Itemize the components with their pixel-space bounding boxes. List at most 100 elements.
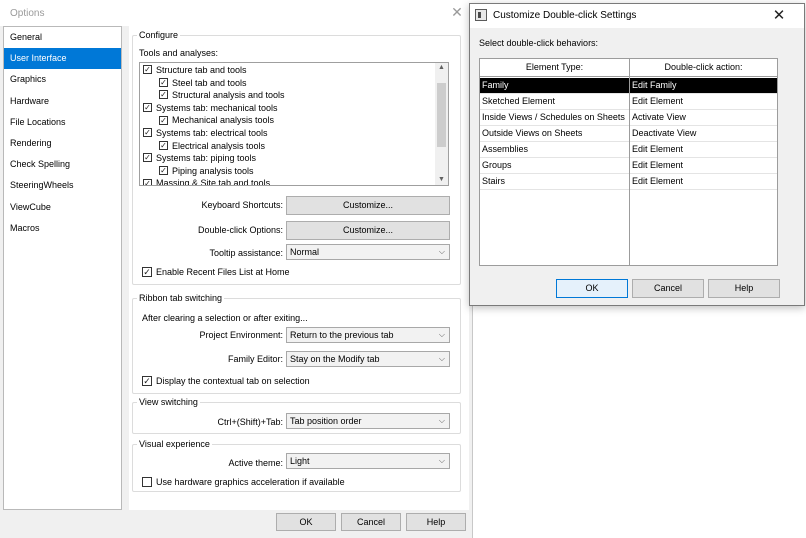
options-window: Options ✕ General User Interface Graphics H…	[0, 0, 473, 538]
element-type-cell: Inside Views / Schedules on Sheets	[482, 112, 625, 122]
doubleclick-action-cell[interactable]: Edit Element	[632, 158, 683, 173]
customize-doubleclick-dialog: Customize Double-click Settings ✕ Select…	[469, 3, 805, 306]
doubleclick-customize-button[interactable]: Customize...	[286, 221, 450, 240]
tree-item[interactable]: ✓ Steel tab and tools	[159, 77, 247, 89]
element-type-cell: Family	[482, 80, 509, 90]
tree-item-label: Systems tab: mechanical tools	[156, 102, 278, 113]
tree-item[interactable]: ✓ Systems tab: piping tools	[143, 152, 256, 164]
dialog-instruction: Select double-click behaviors:	[479, 38, 599, 48]
family-editor-value: Stay on the Modify tab	[290, 354, 380, 364]
sidebar-item-check-spelling[interactable]: Check Spelling	[4, 154, 121, 175]
recent-files-checkbox[interactable]: ✓	[142, 267, 152, 277]
keyboard-customize-button[interactable]: Customize...	[286, 196, 450, 215]
checkbox-icon[interactable]: ✓	[143, 153, 152, 163]
tooltip-assistance-select[interactable]: Normal ⌵	[286, 244, 450, 260]
dialog-help-button[interactable]: Help	[708, 279, 780, 298]
checkbox-icon[interactable]: ✓	[159, 140, 168, 150]
tree-item[interactable]: ✓ Systems tab: electrical tools	[143, 127, 268, 139]
scroll-thumb[interactable]	[437, 83, 446, 147]
tree-item-label: Structure tab and tools	[156, 65, 247, 75]
keyboard-shortcuts-label: Keyboard Shortcuts:	[201, 200, 283, 210]
checkbox-icon[interactable]: ✓	[143, 178, 152, 185]
tree-item-label: Systems tab: electrical tools	[156, 128, 268, 138]
dialog-titlebar: Customize Double-click Settings ✕	[470, 4, 804, 28]
options-help-button[interactable]: Help	[406, 513, 466, 531]
options-cancel-button[interactable]: Cancel	[341, 513, 401, 531]
app-icon	[475, 9, 487, 21]
visual-experience-legend: Visual experience	[139, 439, 210, 449]
sidebar-item-graphics[interactable]: Graphics	[4, 69, 121, 90]
sidebar-item-viewcube[interactable]: ViewCube	[4, 197, 121, 218]
scroll-up-icon[interactable]: ▲	[435, 63, 448, 73]
active-theme-select[interactable]: Light ⌵	[286, 453, 450, 469]
chevron-down-icon: ⌵	[438, 330, 445, 339]
checkbox-icon[interactable]: ✓	[143, 65, 152, 75]
doubleclick-action-cell[interactable]: Edit Element	[632, 94, 683, 109]
options-titlebar: Options ✕	[0, 0, 473, 26]
tree-item[interactable]: ✓ Massing & Site tab and tools	[143, 177, 271, 186]
element-type-cell: Stairs	[482, 176, 506, 186]
tree-item-label: Structural analysis and tools	[172, 90, 285, 101]
ribbon-legend: Ribbon tab switching	[139, 293, 223, 303]
project-environment-label: Project Environment:	[199, 330, 283, 340]
close-icon[interactable]: ✕	[770, 7, 788, 25]
sidebar-item-file-locations[interactable]: File Locations	[4, 112, 121, 133]
sidebar-item-steeringwheels[interactable]: SteeringWheels	[4, 175, 121, 196]
tree-item-label: Mechanical analysis tools	[172, 115, 275, 126]
sidebar-item-user-interface[interactable]: User Interface	[4, 48, 121, 70]
tools-tree[interactable]: ▲ ▼ ✓ Structure tab and tools ✓ Steel tab a…	[139, 62, 449, 186]
tree-item[interactable]: ✓ Mechanical analysis tools	[159, 114, 274, 126]
chevron-down-icon: ⌵	[438, 456, 445, 465]
tree-item[interactable]: ✓ Structural analysis and tools	[159, 89, 285, 101]
ctrl-shift-tab-select[interactable]: Tab position order ⌵	[286, 413, 450, 429]
checkbox-icon[interactable]: ✓	[143, 102, 152, 112]
tooltip-assistance-label: Tooltip assistance:	[209, 248, 283, 258]
dialog-cancel-button[interactable]: Cancel	[632, 279, 704, 298]
options-ok-button[interactable]: OK	[276, 513, 336, 531]
dialog-ok-button[interactable]: OK	[556, 279, 628, 298]
sidebar-item-hardware[interactable]: Hardware	[4, 91, 121, 112]
grid-column-divider	[629, 59, 630, 265]
checkbox-icon[interactable]: ✓	[143, 128, 152, 138]
ctrl-shift-tab-label: Ctrl+(Shift)+Tab:	[217, 417, 283, 427]
tree-item[interactable]: ✓ Piping analysis tools	[159, 165, 254, 177]
active-theme-value: Light	[290, 456, 310, 466]
checkbox-icon[interactable]: ✓	[159, 115, 168, 125]
family-editor-select[interactable]: Stay on the Modify tab ⌵	[286, 351, 450, 367]
checkbox-icon[interactable]: ✓	[159, 165, 168, 175]
sidebar-item-macros[interactable]: Macros	[4, 218, 121, 239]
tree-item-label: Electrical analysis tools	[172, 140, 266, 151]
contextual-tab-checkbox[interactable]: ✓	[142, 376, 152, 386]
family-editor-label: Family Editor:	[227, 354, 283, 364]
project-environment-select[interactable]: Return to the previous tab ⌵	[286, 327, 450, 343]
tooltip-assistance-value: Normal	[290, 247, 320, 257]
column-header-element-type[interactable]: Element Type:	[480, 59, 629, 77]
element-type-cell: Outside Views on Sheets	[482, 128, 583, 138]
hardware-acceleration-checkbox[interactable]	[142, 477, 152, 487]
tools-analyses-label: Tools and analyses:	[139, 48, 219, 58]
doubleclick-action-cell[interactable]: Edit Family	[632, 78, 677, 93]
tree-scrollbar[interactable]: ▲ ▼	[435, 63, 448, 185]
checkbox-icon[interactable]: ✓	[159, 77, 168, 87]
doubleclick-options-label: Double-click Options:	[197, 225, 283, 235]
configure-legend: Configure	[139, 30, 179, 40]
active-theme-label: Active theme:	[228, 458, 283, 468]
sidebar-item-rendering[interactable]: Rendering	[4, 133, 121, 154]
tree-item[interactable]: ✓ Systems tab: mechanical tools	[143, 102, 278, 114]
scroll-down-icon[interactable]: ▼	[435, 175, 448, 185]
doubleclick-grid: Element Type: Double-click action: Famil…	[479, 58, 778, 266]
recent-files-label: Enable Recent Files List at Home	[156, 267, 290, 277]
checkbox-icon[interactable]: ✓	[159, 90, 168, 100]
element-type-cell: Groups	[482, 160, 512, 170]
tree-item-label: Massing & Site tab and tools	[156, 178, 271, 186]
close-icon[interactable]: ✕	[449, 4, 465, 20]
column-header-doubleclick-action[interactable]: Double-click action:	[630, 59, 777, 77]
dialog-title: Customize Double-click Settings	[493, 10, 637, 21]
doubleclick-action-cell[interactable]: Edit Element	[632, 174, 683, 189]
sidebar-item-general[interactable]: General	[4, 27, 121, 48]
doubleclick-action-cell[interactable]: Edit Element	[632, 142, 683, 157]
doubleclick-action-cell[interactable]: Activate View	[632, 110, 686, 125]
doubleclick-action-cell[interactable]: Deactivate View	[632, 126, 696, 141]
tree-item[interactable]: ✓ Electrical analysis tools	[159, 140, 265, 152]
tree-item[interactable]: ✓ Structure tab and tools	[143, 64, 247, 76]
